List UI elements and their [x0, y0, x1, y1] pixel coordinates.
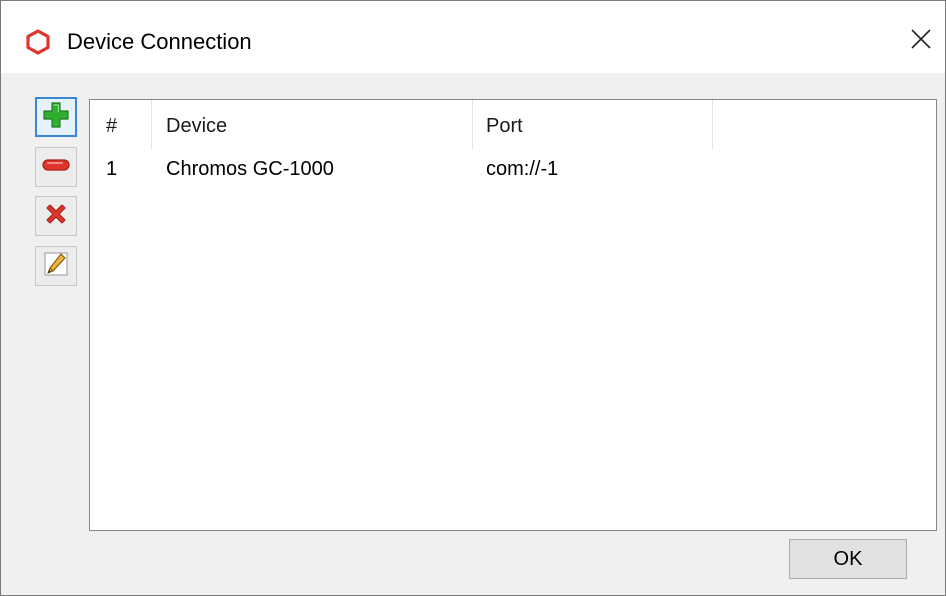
column-header-device[interactable]: Device	[166, 100, 227, 152]
remove-icon	[40, 155, 72, 180]
table-row[interactable]: 1 Chromos GC-1000 com://-1	[90, 150, 936, 188]
column-header-port[interactable]: Port	[486, 100, 523, 152]
edit-device-button[interactable]	[35, 246, 77, 286]
row-number: 1	[106, 158, 118, 180]
add-icon	[41, 100, 71, 135]
device-list[interactable]: # Device Port 1 Chromos GC-1000 com://-1	[89, 99, 937, 531]
remove-device-button[interactable]	[35, 147, 77, 187]
list-header: # Device Port	[90, 100, 936, 152]
hexagon-logo-icon	[25, 29, 51, 55]
add-device-button[interactable]	[35, 97, 77, 137]
column-header-number[interactable]: #	[106, 100, 117, 152]
device-connection-window: Device Connection # Device Port 1 Chromo…	[0, 0, 946, 596]
delete-icon	[42, 200, 70, 233]
title-bar: Device Connection	[1, 1, 945, 73]
column-divider[interactable]	[712, 100, 713, 150]
column-divider[interactable]	[151, 100, 152, 150]
delete-all-button[interactable]	[35, 196, 77, 236]
edit-icon	[41, 249, 71, 284]
close-button[interactable]	[897, 17, 945, 65]
row-port: com://-1	[486, 158, 559, 180]
ok-button[interactable]: OK	[789, 539, 907, 579]
column-divider[interactable]	[472, 100, 473, 150]
window-title: Device Connection	[67, 29, 252, 54]
row-device-name: Chromos GC-1000	[166, 158, 334, 180]
close-icon	[910, 28, 932, 55]
